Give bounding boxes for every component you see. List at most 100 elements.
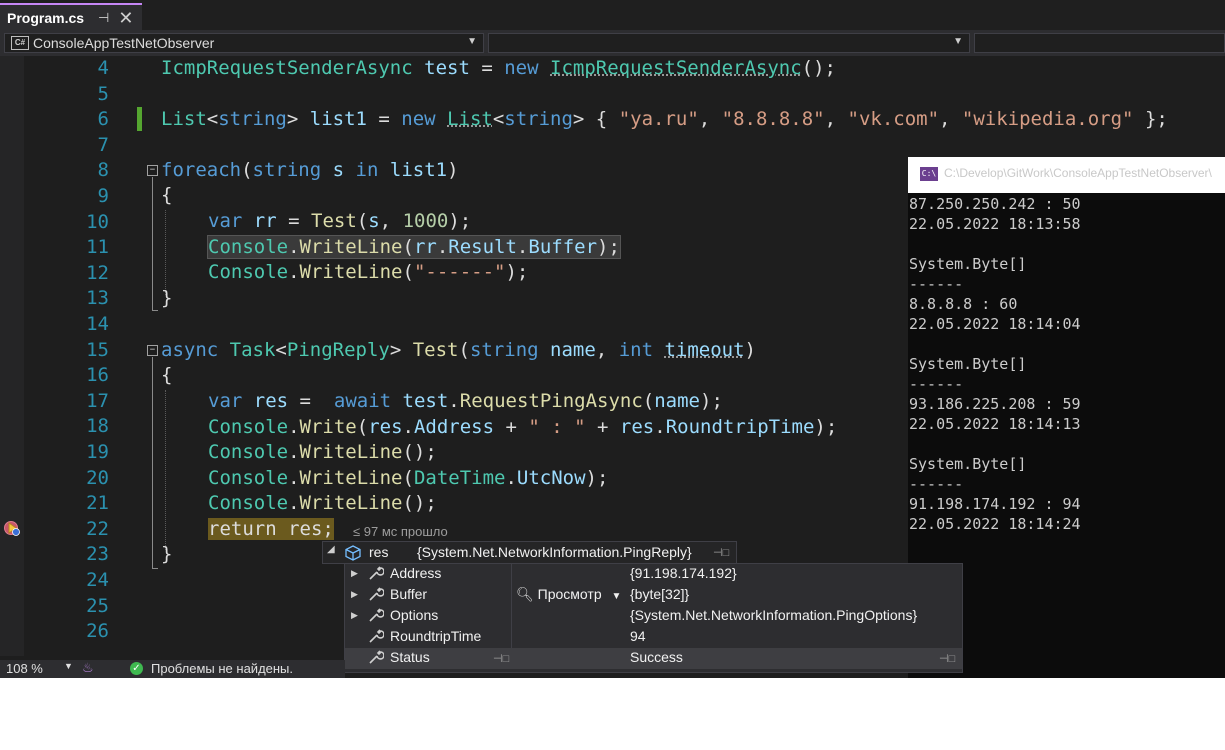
line-number: 26 (86, 620, 109, 643)
navigation-bar: C# ConsoleAppTestNetObserver ▼ ▼ (0, 31, 1225, 56)
datatip-header[interactable]: ◢ res {System.Net.NetworkInformation.Pin… (322, 541, 737, 564)
pin-icon[interactable]: ⊣□ (939, 652, 955, 665)
code-line-16[interactable]: { (161, 363, 172, 388)
token: . (654, 416, 666, 438)
code-line-23[interactable]: } (161, 542, 172, 567)
code-line-8[interactable]: foreach(string s in list1) (161, 158, 459, 183)
token: > (286, 108, 310, 130)
datatip-row-options[interactable]: ▶ Options {System.Net.NetworkInformation… (345, 606, 962, 627)
token-variable: rr (413, 236, 437, 258)
member-dropdown[interactable]: ▼ (488, 33, 970, 53)
token: = (366, 108, 402, 130)
pin-icon[interactable]: ⊣ (98, 10, 109, 26)
collapse-method-icon[interactable]: − (147, 345, 158, 356)
scope-dropdown[interactable] (974, 33, 1225, 53)
line-number: 20 (86, 466, 109, 489)
token-keyword: var (208, 390, 243, 412)
code-line-4[interactable]: IcmpRequestSenderAsync test = new IcmpRe… (161, 56, 836, 81)
datatip-var-value[interactable]: {System.Net.NetworkInformation.PingReply… (417, 544, 692, 560)
token-type: IcmpRequestSenderAsync (550, 57, 802, 79)
chevron-down-icon: ▼ (611, 591, 622, 602)
member-name: RoundtripTime (390, 628, 482, 644)
expand-icon[interactable]: ▶ (351, 589, 358, 600)
line-number: 17 (86, 389, 109, 412)
datatip-row-address[interactable]: ▶ Address {91.198.174.192} (345, 564, 962, 585)
line-number: 6 (97, 108, 109, 131)
token-keyword: string (252, 159, 322, 181)
code-line-21[interactable]: Console.WriteLine(); (208, 491, 437, 516)
token-variable: list1 (389, 159, 448, 181)
property-wrench-icon (369, 587, 384, 601)
member-value[interactable]: 94 (630, 628, 646, 644)
code-line-22[interactable]: return res; (208, 517, 334, 542)
member-value[interactable]: {91.198.174.192} (630, 565, 737, 581)
code-line-17[interactable]: var res = await test.RequestPingAsync(na… (208, 389, 723, 414)
expand-icon[interactable]: ▶ (351, 568, 358, 579)
code-line-13[interactable]: } (161, 286, 172, 311)
pin-icon[interactable]: ⊣□ (713, 546, 729, 559)
collapse-foreach-icon[interactable]: − (147, 165, 158, 176)
code-line-12[interactable]: Console.WriteLine("------"); (208, 260, 528, 285)
member-name: Options (390, 607, 439, 623)
code-line-6[interactable]: List<string> list1 = new List<string> { … (161, 107, 1168, 132)
zoom-level[interactable]: 108 % (6, 661, 43, 676)
datatip-row-buffer[interactable]: ▶ Buffer {byte[32]} (345, 585, 962, 606)
code-line-9[interactable]: { (161, 183, 172, 208)
code-line-20[interactable]: Console.WriteLine(DateTime.UtcNow); (208, 466, 608, 491)
code-line-11[interactable]: Console.WriteLine(rr.Result.Buffer); (207, 235, 621, 260)
line-number: 14 (86, 313, 109, 335)
magnifier-icon: 🔍︎ (516, 586, 534, 602)
token: = (288, 390, 334, 412)
viewer-dropdown[interactable]: 🔍︎ Просмотр ▼ (516, 586, 621, 603)
token-string: "wikipedia.org" (961, 108, 1134, 130)
datatip-row-roundtriptime[interactable]: RoundtripTime 94 (345, 627, 962, 648)
issues-status[interactable]: Проблемы не найдены. (151, 661, 293, 676)
token: , (824, 108, 848, 130)
perf-tip[interactable]: ≤ 97 мс прошло (353, 524, 448, 539)
code-line-15[interactable]: async Task<PingReply> Test(string name, … (161, 338, 756, 363)
copilot-icon[interactable]: ♨ (82, 660, 94, 676)
code-line-10[interactable]: var rr = Test(s, 1000); (208, 209, 471, 234)
token: ( (402, 261, 414, 283)
token: . (288, 236, 300, 258)
member-value[interactable]: Success (630, 649, 683, 665)
line-number: 9 (97, 185, 109, 207)
token-variable: name (654, 390, 700, 412)
code-line-19[interactable]: Console.WriteLine(); (208, 440, 437, 465)
breakpoint-current-statement-icon[interactable] (3, 519, 21, 537)
token-type: Console (208, 441, 289, 463)
indicator-margin[interactable] (0, 56, 24, 656)
expand-icon[interactable]: ▶ (351, 610, 358, 621)
member-value[interactable]: {System.Net.NetworkInformation.PingOptio… (630, 607, 917, 623)
project-name: ConsoleAppTestNetObserver (33, 35, 215, 51)
token: > { (572, 108, 619, 130)
chevron-down-icon: ▼ (467, 36, 477, 47)
token: ); (585, 467, 609, 489)
chevron-down-icon: ▼ (953, 36, 963, 47)
token: ); (505, 261, 529, 283)
close-icon[interactable]: ✕ (118, 9, 133, 27)
member-value[interactable]: {byte[32]} (630, 586, 689, 602)
token: + (494, 416, 529, 438)
pin-icon[interactable]: ⊣□ (493, 652, 509, 665)
line-number: 15 (86, 338, 109, 361)
token-variable: Address (413, 416, 495, 438)
code-line-18[interactable]: Console.Write(res.Address + " : " + res.… (208, 415, 837, 440)
token-keyword: foreach (161, 159, 242, 181)
collapse-icon[interactable]: ◢ (327, 544, 335, 555)
line-number: 25 (86, 594, 109, 617)
datatip-row-status[interactable]: Status ⊣□ Success ⊣□ (345, 648, 962, 669)
project-dropdown[interactable]: C# ConsoleAppTestNetObserver ▼ (4, 33, 484, 53)
token-type: PingReply (286, 339, 390, 361)
chevron-down-icon[interactable]: ▼ (64, 661, 73, 671)
line-number: 18 (86, 415, 109, 438)
tab-program-cs[interactable]: Program.cs ⊣ ✕ (0, 3, 142, 30)
console-line: 22.05.2022 18:13:58 (909, 215, 1081, 233)
console-line: ------ (909, 275, 964, 293)
token-type: Console (208, 416, 289, 438)
console-title-bar[interactable]: C:\ C:\Develop\GitWork\ConsoleAppTestNet… (908, 157, 1225, 193)
token-keyword: new (504, 57, 539, 79)
ide-window: Program.cs ⊣ ✕ C# ConsoleAppTestNetObser… (0, 0, 1225, 678)
